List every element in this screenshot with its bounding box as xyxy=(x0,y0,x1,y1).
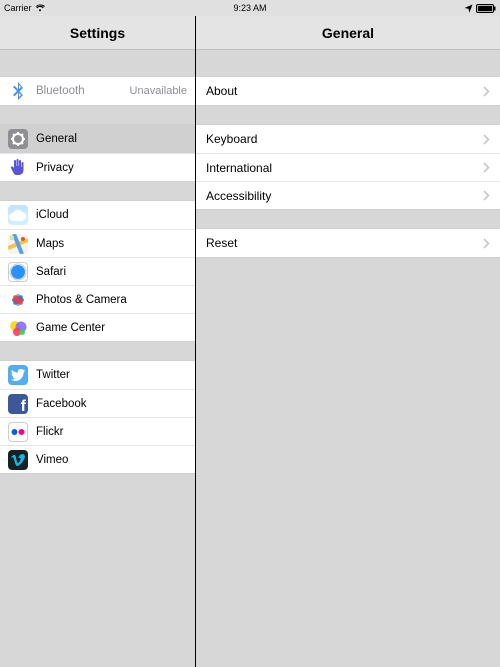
sidebar-item-safari[interactable]: Safari xyxy=(0,257,195,285)
sidebar-item-gamecenter[interactable]: Game Center xyxy=(0,313,195,341)
sidebar-item-facebook[interactable]: f Facebook xyxy=(0,389,195,417)
sidebar-item-label: Privacy xyxy=(36,162,187,174)
sidebar-title: Settings xyxy=(70,25,125,41)
detail-navbar: General xyxy=(196,16,500,50)
twitter-icon xyxy=(8,365,28,385)
sidebar-item-label: Flickr xyxy=(36,426,187,438)
sidebar-item-privacy[interactable]: Privacy xyxy=(0,153,195,181)
detail-item-accessibility[interactable]: Accessibility xyxy=(196,181,500,209)
hand-icon xyxy=(8,158,28,178)
facebook-icon: f xyxy=(8,394,28,414)
status-time: 9:23 AM xyxy=(233,3,266,13)
maps-icon xyxy=(8,234,28,254)
detail-item-label: Reset xyxy=(206,236,237,250)
status-bar: Carrier 9:23 AM xyxy=(0,0,500,16)
photos-icon xyxy=(8,290,28,310)
sidebar-item-bluetooth[interactable]: Bluetooth Unavailable xyxy=(0,77,195,105)
detail-item-keyboard[interactable]: Keyboard xyxy=(196,125,500,153)
flickr-icon xyxy=(8,422,28,442)
bluetooth-icon xyxy=(8,81,28,101)
sidebar-item-general[interactable]: General xyxy=(0,125,195,153)
detail-item-reset[interactable]: Reset xyxy=(196,229,500,257)
chevron-right-icon xyxy=(483,190,490,201)
sidebar-item-label: Game Center xyxy=(36,322,187,334)
sidebar-group-connectivity: Bluetooth Unavailable xyxy=(0,76,195,106)
safari-icon xyxy=(8,262,28,282)
sidebar-item-label: Bluetooth xyxy=(36,85,130,97)
chevron-right-icon xyxy=(483,238,490,249)
detail-item-international[interactable]: International xyxy=(196,153,500,181)
sidebar-item-flickr[interactable]: Flickr xyxy=(0,417,195,445)
sidebar-item-photos[interactable]: Photos & Camera xyxy=(0,285,195,313)
sidebar-item-label: Maps xyxy=(36,238,187,250)
sidebar-item-vimeo[interactable]: Vimeo xyxy=(0,445,195,473)
detail-item-label: International xyxy=(206,161,272,175)
detail-title: General xyxy=(322,25,374,41)
sidebar-item-twitter[interactable]: Twitter xyxy=(0,361,195,389)
sidebar-item-label: iCloud xyxy=(36,209,187,221)
detail-item-label: Accessibility xyxy=(206,189,271,203)
chevron-right-icon xyxy=(483,134,490,145)
cloud-icon xyxy=(8,205,28,225)
detail-group-reset: Reset xyxy=(196,228,500,258)
sidebar-group-device: General Privacy xyxy=(0,124,195,182)
chevron-right-icon xyxy=(483,162,490,173)
sidebar-group-apps: iCloud Maps Safari xyxy=(0,200,195,342)
sidebar-item-label: Facebook xyxy=(36,398,187,410)
sidebar-item-icloud[interactable]: iCloud xyxy=(0,201,195,229)
vimeo-icon xyxy=(8,450,28,470)
sidebar-item-label: General xyxy=(36,133,187,145)
sidebar: Settings Bluetooth Unavailable xyxy=(0,16,196,667)
detail-pane: General About Keyboard International xyxy=(196,16,500,667)
sidebar-item-label: Safari xyxy=(36,266,187,278)
detail-item-label: Keyboard xyxy=(206,132,257,146)
sidebar-item-label: Twitter xyxy=(36,369,187,381)
game-center-icon xyxy=(8,318,28,338)
sidebar-item-label: Vimeo xyxy=(36,454,187,466)
sidebar-item-maps[interactable]: Maps xyxy=(0,229,195,257)
chevron-right-icon xyxy=(483,86,490,97)
gear-icon xyxy=(8,129,28,149)
detail-group-input: Keyboard International Accessibility xyxy=(196,124,500,210)
detail-item-about[interactable]: About xyxy=(196,77,500,105)
sidebar-item-label: Photos & Camera xyxy=(36,294,187,306)
sidebar-item-status: Unavailable xyxy=(130,85,187,97)
sidebar-group-social: Twitter f Facebook Flickr xyxy=(0,360,195,474)
sidebar-navbar: Settings xyxy=(0,16,195,50)
detail-group-about: About xyxy=(196,76,500,106)
detail-item-label: About xyxy=(206,84,237,98)
